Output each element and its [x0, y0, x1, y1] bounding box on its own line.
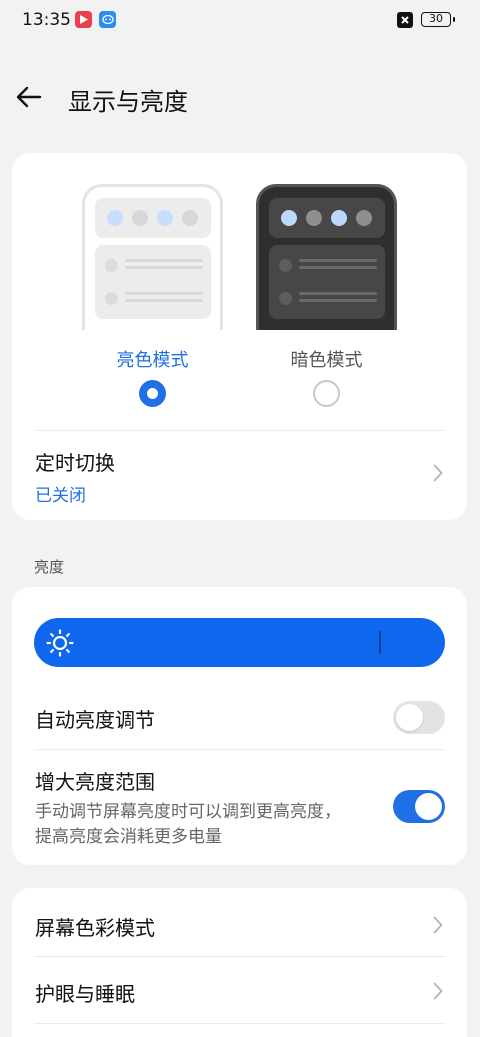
divider — [34, 956, 445, 957]
auto-brightness-toggle[interactable] — [393, 701, 445, 734]
preview-dot — [331, 210, 347, 226]
back-button[interactable] — [14, 82, 44, 112]
schedule-switch-status: 已关闭 — [35, 486, 86, 506]
preview-top-panel — [269, 198, 385, 238]
video-app-icon — [75, 11, 92, 28]
preview-dot — [306, 210, 322, 226]
preview-line — [125, 259, 203, 262]
color-mode-label: 屏幕色彩模式 — [35, 916, 155, 940]
light-mode-preview[interactable] — [82, 184, 223, 330]
preview-top-panel — [95, 198, 211, 238]
brightness-slider-thumb[interactable] — [379, 631, 381, 654]
light-mode-radio[interactable] — [139, 380, 166, 407]
preview-line — [299, 299, 377, 302]
preview-list-panel — [269, 245, 385, 319]
preview-dot — [107, 210, 123, 226]
eye-care-sleep-label: 护眼与睡眠 — [35, 982, 135, 1006]
preview-dot — [281, 210, 297, 226]
divider — [34, 749, 445, 750]
dark-mode-preview[interactable] — [256, 184, 397, 330]
display-mode-card: 亮色模式 暗色模式 定时切换 已关闭 — [12, 153, 467, 520]
light-mode-label[interactable]: 亮色模式 — [82, 346, 223, 372]
brightness-slider[interactable] — [34, 618, 445, 667]
preview-line — [299, 266, 377, 269]
status-bar: 13:35 30 — [0, 0, 480, 40]
preview-dot — [157, 210, 173, 226]
chevron-right-icon — [431, 462, 445, 484]
preview-list-dot — [279, 259, 292, 272]
divider — [34, 1023, 445, 1024]
preview-list-dot — [279, 292, 292, 305]
preview-list-dot — [105, 292, 118, 305]
dark-mode-radio[interactable] — [313, 380, 340, 407]
preview-dot — [132, 210, 148, 226]
chevron-right-icon — [431, 980, 445, 1002]
chevron-right-icon — [431, 914, 445, 936]
preview-line — [299, 292, 377, 295]
preview-line — [125, 299, 203, 302]
status-time: 13:35 — [22, 10, 71, 30]
auto-brightness-title: 自动亮度调节 — [35, 708, 155, 732]
brightness-section-label: 亮度 — [34, 558, 65, 576]
battery-icon: 30 — [421, 12, 455, 27]
page-title: 显示与亮度 — [68, 88, 188, 116]
back-arrow-icon — [16, 86, 42, 108]
chat-app-icon — [99, 11, 116, 28]
divider — [34, 430, 445, 431]
extended-brightness-description: 手动调节屏幕亮度时可以调到更高亮度，提高亮度会消耗更多电量 — [35, 802, 341, 847]
preview-dot — [356, 210, 372, 226]
extended-brightness-toggle[interactable] — [393, 790, 445, 823]
preview-dot — [182, 210, 198, 226]
preview-line — [299, 259, 377, 262]
extended-brightness-title: 增大亮度范围 — [35, 770, 155, 794]
more-settings-card: 屏幕色彩模式 护眼与睡眠 — [12, 888, 467, 1037]
preview-line — [125, 266, 203, 269]
dark-mode-label[interactable]: 暗色模式 — [256, 346, 397, 372]
preview-list-dot — [105, 259, 118, 272]
preview-list-panel — [95, 245, 211, 319]
brightness-card: 自动亮度调节 增大亮度范围 手动调节屏幕亮度时可以调到更高亮度，提高亮度会消耗更… — [12, 587, 467, 865]
notification-x-icon — [397, 12, 413, 28]
schedule-switch-title: 定时切换 — [35, 451, 115, 475]
sun-icon — [46, 629, 74, 657]
preview-line — [125, 292, 203, 295]
